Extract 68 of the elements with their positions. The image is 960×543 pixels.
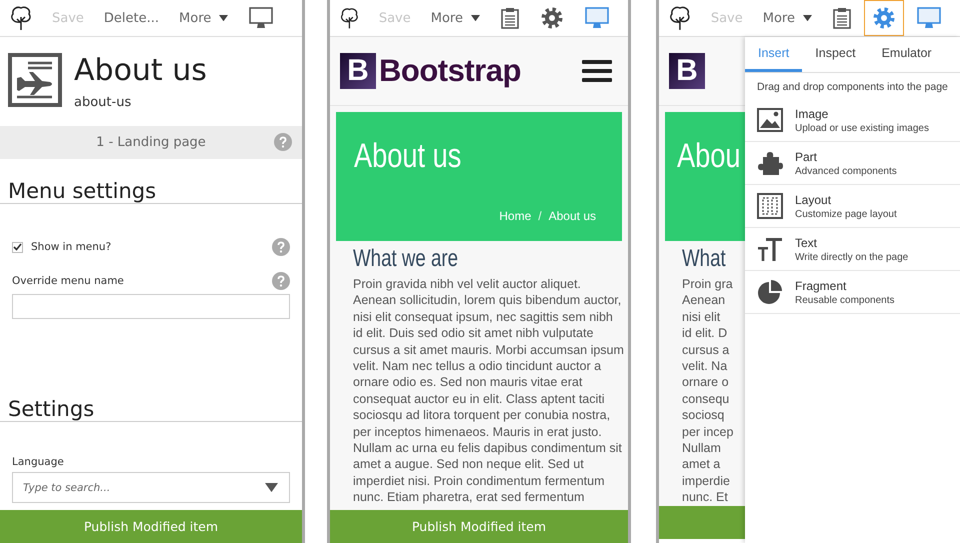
monitor-icon (585, 7, 609, 29)
component-title: Fragment (795, 278, 848, 292)
panel-tab[interactable]: Inspect (802, 37, 869, 72)
more-menu-button[interactable]: More (752, 6, 822, 30)
more-menu-button[interactable]: More (169, 6, 238, 30)
component-description: Reusable components (795, 294, 895, 306)
panel-tab[interactable]: Emulator (868, 37, 945, 72)
body-paragraph: Proin gra Aenean nisi elit id elit. D cursus a velit. Na ornare o consequ sociosq per incep Nullam amet a imperdie nunc. Et (682, 276, 734, 506)
layout-icon (757, 193, 783, 219)
puzzle-icon (757, 150, 783, 176)
page-title: About us (74, 53, 207, 89)
page-slug: about-us (74, 95, 132, 110)
panel-hint: Drag and drop components into the page (756, 80, 949, 95)
monitor-icon (917, 7, 941, 29)
gear-icon (873, 7, 895, 29)
tree-logo-icon[interactable] (10, 6, 32, 30)
pie-chart-icon (757, 279, 783, 305)
section-title: Settings (0, 397, 302, 422)
settings-tool-button[interactable] (864, 0, 904, 36)
publish-bar[interactable]: Publish Modified item (330, 510, 628, 543)
more-menu-button[interactable]: More (420, 6, 490, 30)
brand-name[interactable]: Bootstrap (379, 53, 521, 89)
field-label: Language (12, 456, 64, 468)
clipboard-icon (833, 7, 851, 29)
checkbox-label: Show in menu? (31, 241, 112, 253)
component-item[interactable]: Image Upload or use existing images (745, 99, 960, 142)
caret-icon (803, 14, 812, 22)
monitor-icon (249, 7, 274, 29)
component-item[interactable]: Fragment Reusable components (745, 271, 960, 314)
template-bar[interactable]: 1 - Landing page (0, 126, 302, 159)
field-label: Override menu name (12, 275, 124, 287)
caret-icon (471, 14, 480, 22)
hero-title: About us (354, 138, 462, 174)
checkbox[interactable] (12, 242, 23, 252)
tree-logo-icon[interactable] (669, 6, 691, 30)
text-size-icon (757, 237, 783, 261)
toolbar-button[interactable]: Delete... (94, 6, 170, 30)
brand-logo-mark[interactable]: B (340, 53, 376, 89)
body-paragraph: Proin gravida nibh vel velit auctor aliquet. Aenean sollicitudin, lorem quis bibendum auctor, nisi elit consequat ipsum, nec sagittis sem nibh id elit. Duis sed odio sit amet nibh vulputate cursus a sit amet mauris. Morbi accumsan ipsum velit. Nam nec tellus a odio tincidunt auctor a ornare odio es. Sed non mauris vitae erat consequat auctor eu in elit. Class aptent taciti sociosqu ad litora torquent per conubia nostra, per inceptos himenaeos. Mauris in erat justo. Nullam ac urna eu felis dapibus condimentum sit amet a augue. Sed non neque elit. Sed ut imperdiet nisi. Proin condimentum fermentum nunc. Etiam pharetra, erat sed fermentum (353, 276, 622, 506)
tree-logo-icon[interactable] (340, 6, 359, 30)
component-description: Customize page layout (795, 208, 897, 220)
clipboard-icon (501, 7, 519, 29)
panel-tab[interactable]: Insert (745, 37, 802, 72)
caret-icon (219, 14, 228, 22)
component-title: Image (795, 106, 830, 120)
text-field[interactable] (12, 294, 290, 319)
component-description: Write directly on the page (795, 252, 908, 262)
publish-bar[interactable]: Publish Modified item (0, 510, 302, 543)
component-title: Layout (795, 192, 832, 206)
menu-icon[interactable] (582, 60, 612, 82)
section-title: Menu settings (0, 179, 302, 204)
select-field[interactable]: Type to search... (12, 472, 290, 503)
breadcrumb-separator: / (538, 209, 542, 223)
caret-icon (265, 483, 278, 492)
component-item[interactable]: Part Advanced components (745, 142, 960, 185)
brand-logo-mark[interactable]: B (669, 53, 705, 89)
component-description: Upload or use existing images (795, 122, 929, 134)
image-icon (757, 108, 783, 132)
component-item[interactable]: Text Write directly on the page (745, 228, 960, 271)
component-description: Advanced components (795, 166, 897, 176)
component-item[interactable]: Layout Customize page layout (745, 185, 960, 228)
section-heading: What (682, 245, 726, 273)
component-title: Text (795, 236, 818, 250)
hero-title: Abou (677, 138, 741, 174)
airplane-page-icon (8, 53, 62, 107)
component-title: Part (795, 150, 818, 164)
section-heading: What we are (353, 245, 458, 273)
gear-icon (541, 7, 563, 29)
